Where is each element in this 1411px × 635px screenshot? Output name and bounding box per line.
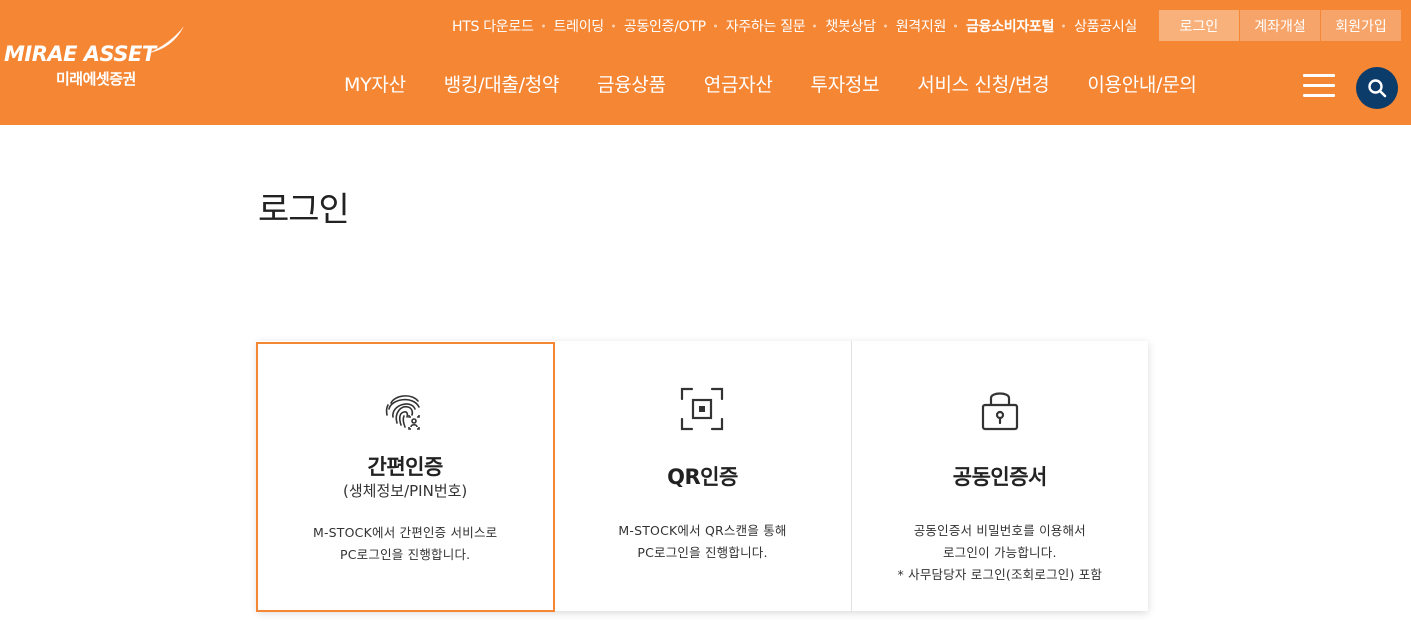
hamburger-menu-icon[interactable] <box>1303 74 1335 100</box>
lock-icon <box>981 392 1018 431</box>
login-button[interactable]: 로그인 <box>1159 10 1239 41</box>
util-link-faq[interactable]: 자주하는 질문 <box>716 16 816 36</box>
desc-line: M-STOCK에서 간편인증 서비스로 <box>312 525 498 540</box>
nav-item-my-assets[interactable]: MY자산 <box>325 70 425 97</box>
card-title: 간편인증 <box>367 455 444 479</box>
nav-item-pension[interactable]: 연금자산 <box>685 70 792 97</box>
util-link-hts-download[interactable]: HTS 다운로드 <box>442 16 544 36</box>
nav-item-investment-info[interactable]: 투자정보 <box>792 70 899 97</box>
search-button[interactable] <box>1356 67 1398 109</box>
desc-line: 공동인증서 비밀번호를 이용해서 <box>913 523 1086 538</box>
card-title: 공동인증서 <box>952 465 1048 489</box>
desc-line: M-STOCK에서 QR스캔을 통해 <box>618 523 787 538</box>
login-method-cards: 간편인증 (생체정보/PIN번호) M-STOCK에서 간편인증 서비스로 PC… <box>255 341 1148 612</box>
page-title: 로그인 <box>258 190 350 230</box>
desc-line: 로그인이 가능합니다. <box>942 545 1057 560</box>
card-title: QR인증 <box>667 465 738 489</box>
util-link-remote-support[interactable]: 원격지원 <box>886 16 956 36</box>
card-qr-auth[interactable]: QR인증 M-STOCK에서 QR스캔을 통해 PC로그인을 진행합니다. <box>554 341 852 611</box>
logo-wordmark: MIRAE ASSET <box>4 42 156 66</box>
nav-item-help[interactable]: 이용안내/문의 <box>1068 70 1215 97</box>
main-navigation: MY자산 뱅킹/대출/청약 금융상품 연금자산 투자정보 서비스 신청/변경 이… <box>325 70 1216 97</box>
fingerprint-icon <box>385 395 420 430</box>
util-link-consumer-portal[interactable]: 금융소비자포털 <box>956 16 1064 36</box>
card-description: M-STOCK에서 QR스캔을 통해 PC로그인을 진행합니다. <box>554 520 850 564</box>
card-description: M-STOCK에서 간편인증 서비스로 PC로그인을 진행합니다. <box>257 522 553 566</box>
nav-item-banking-loans[interactable]: 뱅킹/대출/청약 <box>425 70 578 97</box>
nav-item-service-request[interactable]: 서비스 신청/변경 <box>898 70 1068 97</box>
join-button[interactable]: 회원가입 <box>1320 10 1401 41</box>
card-simple-auth[interactable]: 간편인증 (생체정보/PIN번호) M-STOCK에서 간편인증 서비스로 PC… <box>255 342 556 612</box>
utility-buttons: 로그인 계좌개설 회원가입 <box>1159 10 1401 41</box>
utility-links: HTS 다운로드 트레이딩 공동인증/OTP 자주하는 질문 챗봇상담 원격지원… <box>442 16 1147 36</box>
desc-note: * 사무담당자 로그인(조회로그인) 포함 <box>897 567 1103 582</box>
logo-subtitle: 미래에셋증권 <box>56 70 136 88</box>
open-account-button[interactable]: 계좌개설 <box>1239 10 1320 41</box>
nav-item-financial-products[interactable]: 금융상품 <box>578 70 685 97</box>
site-header: MIRAE ASSET 미래에셋증권 HTS 다운로드 트레이딩 공동인증/OT… <box>0 0 1411 125</box>
card-subtitle: (생체정보/PIN번호) <box>343 482 468 500</box>
util-link-chatbot[interactable]: 챗봇상담 <box>815 16 885 36</box>
search-icon <box>1368 79 1387 98</box>
card-description: 공동인증서 비밀번호를 이용해서 로그인이 가능합니다. * 사무담당자 로그인… <box>852 520 1148 586</box>
util-link-product-disclosure[interactable]: 상품공시실 <box>1064 16 1147 36</box>
util-link-trading[interactable]: 트레이딩 <box>544 16 614 36</box>
qr-scan-icon <box>681 387 724 431</box>
utility-bar: HTS 다운로드 트레이딩 공동인증/OTP 자주하는 질문 챗봇상담 원격지원… <box>442 10 1401 41</box>
card-certificate-auth[interactable]: 공동인증서 공동인증서 비밀번호를 이용해서 로그인이 가능합니다. * 사무담… <box>852 341 1148 611</box>
desc-line: PC로그인을 진행합니다. <box>340 547 471 562</box>
mirae-asset-logo[interactable]: MIRAE ASSET 미래에셋증권 <box>4 24 184 94</box>
util-link-certificate-otp[interactable]: 공동인증/OTP <box>614 16 716 36</box>
desc-line: PC로그인을 진행합니다. <box>637 545 768 560</box>
